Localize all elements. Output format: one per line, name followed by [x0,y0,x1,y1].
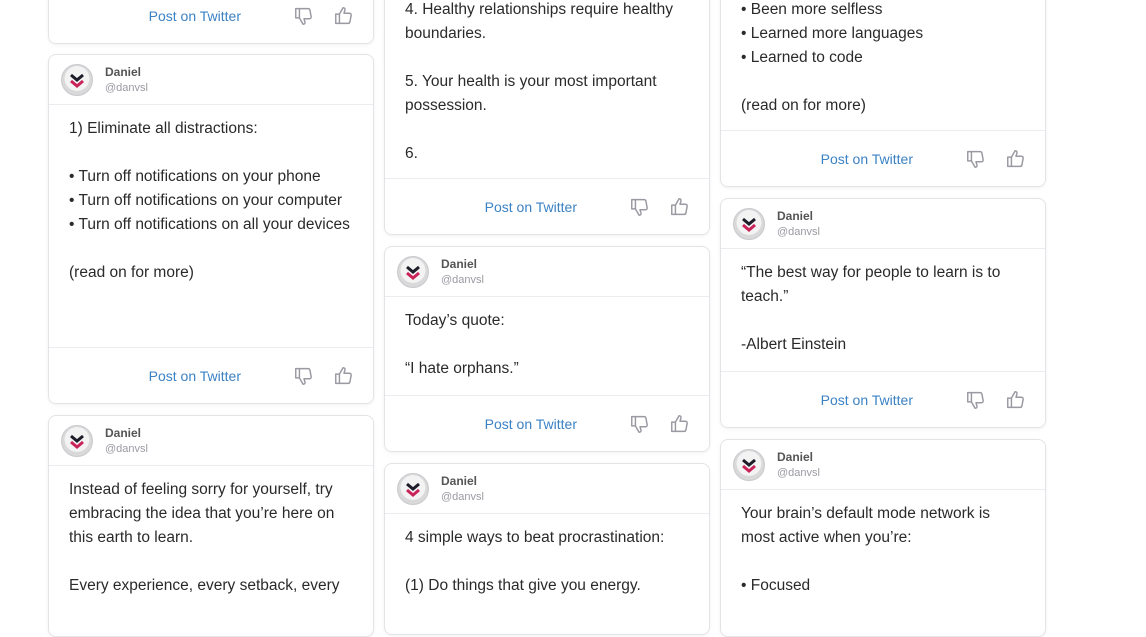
card-header: Daniel @danvsl [721,199,1045,249]
chevron-logo-icon [742,458,756,473]
avatar [733,207,765,240]
thumbs-up-icon[interactable] [669,196,691,218]
thumbs-up-icon[interactable] [669,413,691,435]
post-on-twitter-link[interactable]: Post on Twitter [149,8,241,24]
avatar [397,472,429,505]
tweet-card: 4. Healthy relationships require healthy… [384,0,710,235]
tweet-card: • Been more selfless • Learned more lang… [720,0,1046,187]
author-handle: @danvsl [441,490,484,503]
thumbs-down-icon[interactable] [293,5,315,27]
author-name: Daniel [777,208,814,223]
tweet-text: “The best way for people to learn is to … [741,264,1001,353]
author-name: Daniel [105,425,142,440]
tweet-text: • Been more selfless • Learned more lang… [741,1,924,114]
avatar [61,63,93,96]
tweet-card: Daniel @danvsl Today’s quote: “I hate or… [384,246,710,452]
thumbs-down-icon[interactable] [629,413,651,435]
card-footer: Post on Twitter [49,0,373,43]
avatar [61,424,93,457]
thumbs-down-icon[interactable] [965,389,987,411]
thumbs-down-icon[interactable] [629,196,651,218]
chevron-logo-icon [70,434,84,449]
thumbs-up-icon[interactable] [333,365,355,387]
chevron-logo-icon [742,217,756,232]
post-on-twitter-link[interactable]: Post on Twitter [485,416,577,432]
author-handle: @danvsl [777,466,820,479]
author-handle: @danvsl [777,225,820,238]
author-handle: @danvsl [105,442,148,455]
card-footer: Post on Twitter [721,371,1045,427]
card-footer: Post on Twitter [49,347,373,403]
post-on-twitter-link[interactable]: Post on Twitter [485,199,577,215]
card-header: Daniel @danvsl [49,55,373,105]
tweet-text: Instead of feeling sorry for yourself, t… [69,481,340,594]
tweet-card: Daniel @danvsl 4 simple ways to beat pro… [384,463,710,635]
tweet-card: Daniel @danvsl 1) Eliminate all distract… [48,54,374,404]
card-header: Daniel @danvsl [49,416,373,466]
tweet-card: Post on Twitter [48,0,374,44]
tweet-text: Today’s quote: “I hate orphans.” [405,312,519,377]
tweet-card: Daniel @danvsl “The best way for people … [720,198,1046,428]
author-name: Daniel [777,449,814,464]
chevron-logo-icon [406,482,420,497]
tweet-card: Daniel @danvsl Instead of feeling sorry … [48,415,374,637]
thumbs-up-icon[interactable] [333,5,355,27]
author-handle: @danvsl [105,81,148,94]
card-header: Daniel @danvsl [385,247,709,297]
card-header: Daniel @danvsl [721,440,1045,490]
author-handle: @danvsl [441,273,484,286]
author-name: Daniel [441,473,478,488]
chevron-logo-icon [70,73,84,88]
avatar [397,255,429,288]
card-footer: Post on Twitter [385,395,709,451]
card-footer: Post on Twitter [385,178,709,234]
avatar [733,448,765,481]
tweet-text: 4. Healthy relationships require healthy… [405,1,673,162]
thumbs-up-icon[interactable] [1005,389,1027,411]
tweet-card: Daniel @danvsl Your brain’s default mode… [720,439,1046,637]
card-footer: Post on Twitter [721,130,1045,186]
tweet-text: Your brain’s default mode network is mos… [741,505,991,594]
tweet-text: 4 simple ways to beat procrastination: (… [405,529,665,594]
post-on-twitter-link[interactable]: Post on Twitter [821,392,913,408]
chevron-logo-icon [406,265,420,280]
author-name: Daniel [441,256,478,271]
post-on-twitter-link[interactable]: Post on Twitter [149,368,241,384]
author-name: Daniel [105,64,142,79]
thumbs-down-icon[interactable] [293,365,315,387]
tweet-text: 1) Eliminate all distractions: • Turn of… [69,120,350,281]
post-on-twitter-link[interactable]: Post on Twitter [821,151,913,167]
thumbs-down-icon[interactable] [965,148,987,170]
card-header: Daniel @danvsl [385,464,709,514]
thumbs-up-icon[interactable] [1005,148,1027,170]
